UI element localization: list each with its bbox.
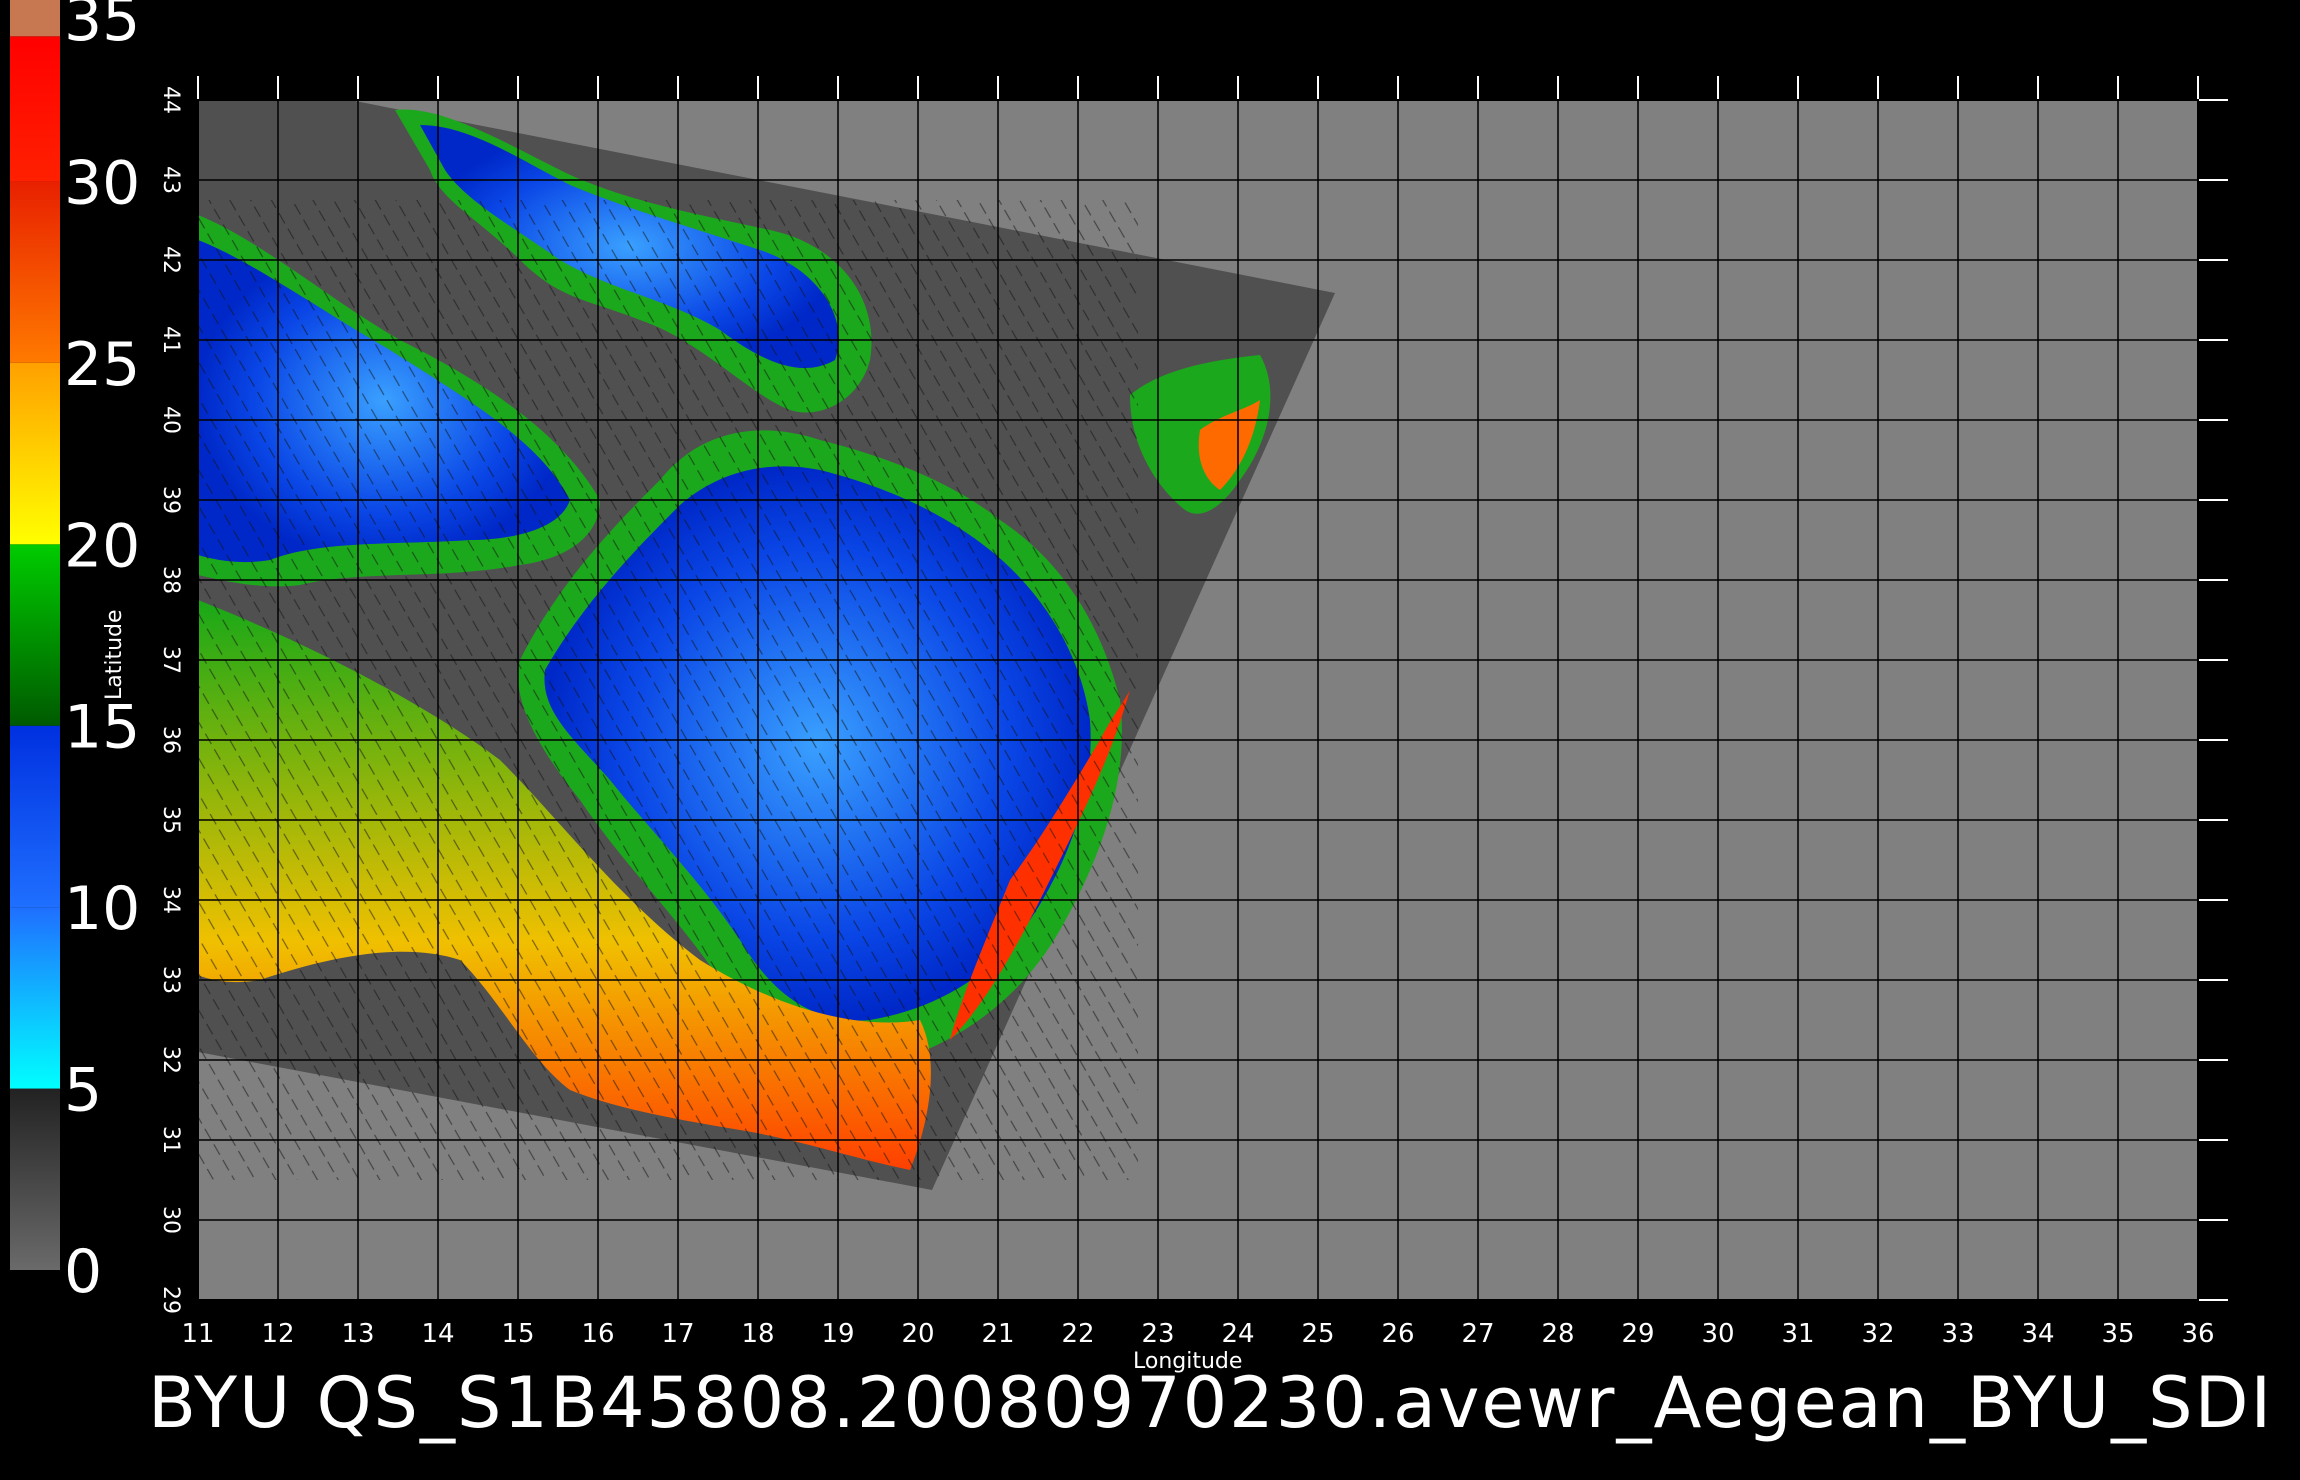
colorbar-segment: [10, 1088, 60, 1270]
colorbar-label: 35: [64, 0, 140, 55]
latitude-tick-label: 43: [158, 166, 183, 194]
latitude-tick-label: 29: [158, 1286, 183, 1314]
longitude-tick-label: 31: [1781, 1319, 1814, 1349]
longitude-tick-label: 27: [1461, 1319, 1494, 1349]
longitude-tick-label: 28: [1541, 1319, 1574, 1349]
longitude-tick-label: 19: [821, 1319, 854, 1349]
latitude-tick-label: 32: [158, 1046, 183, 1074]
colorbar-segment: [10, 544, 60, 726]
longitude-tick-label: 12: [261, 1319, 294, 1349]
longitude-tick-label: 26: [1381, 1319, 1414, 1349]
colorbar-segment: [10, 36, 60, 182]
longitude-tick-label: 32: [1861, 1319, 1894, 1349]
colorbar-label: 25: [64, 330, 140, 400]
longitude-tick-label: 24: [1221, 1319, 1254, 1349]
colorbar-label: 20: [64, 511, 140, 581]
colorbar-label: 10: [64, 874, 140, 944]
longitude-tick-label: 17: [661, 1319, 694, 1349]
longitude-tick-label: 20: [901, 1319, 934, 1349]
colorbar-segment: [10, 907, 60, 1089]
latitude-tick-label: 33: [158, 966, 183, 994]
longitude-tick-label: 33: [1941, 1319, 1974, 1349]
longitude-tick-label: 16: [581, 1319, 614, 1349]
longitude-tick-label: 22: [1061, 1319, 1094, 1349]
y-axis-label: Latitude: [102, 609, 127, 700]
longitude-tick-label: 11: [181, 1319, 214, 1349]
latitude-tick-labels: 29 30 31 32 33 34 35 36 37 38 39 40 41 42 43 44: [158, 86, 183, 1314]
latitude-tick-label: 38: [158, 566, 183, 594]
latitude-tick-label: 30: [158, 1206, 183, 1234]
longitude-tick-label: 13: [341, 1319, 374, 1349]
latitude-tick-label: 39: [158, 486, 183, 514]
longitude-tick-label: 23: [1141, 1319, 1174, 1349]
image-caption: BYU QS_S1B45808.20080970230.avewr_Aegean…: [148, 1362, 2274, 1444]
latitude-tick-label: 42: [158, 246, 183, 274]
longitude-tick-label: 30: [1701, 1319, 1734, 1349]
latitude-tick-label: 41: [158, 326, 183, 354]
longitude-tick-label: 36: [2181, 1319, 2214, 1349]
longitude-tick-labels: 11 12 13 14 15 16 17 18 19 20 21 22 23 24 25 26 27 28 29 30…: [181, 1319, 2214, 1349]
latitude-tick-label: 44: [158, 86, 183, 114]
colorbar-segment: [10, 725, 60, 908]
colorbar-label: 5: [64, 1056, 102, 1126]
colorbar-label: 30: [64, 148, 140, 218]
longitude-tick-label: 21: [981, 1319, 1014, 1349]
longitude-tick-label: 18: [741, 1319, 774, 1349]
wind-barb-overlay: [198, 200, 1138, 1180]
longitude-tick-label: 25: [1301, 1319, 1334, 1349]
colorbar-segment: [10, 0, 60, 37]
longitude-tick-label: 14: [421, 1319, 454, 1349]
longitude-tick-label: 29: [1621, 1319, 1654, 1349]
colorbar-label: 15: [64, 693, 140, 763]
latitude-tick-label: 34: [158, 886, 183, 914]
latitude-tick-label: 35: [158, 806, 183, 834]
colorbar-segment: [10, 362, 60, 545]
latitude-tick-label: 40: [158, 406, 183, 434]
longitude-tick-label: 35: [2101, 1319, 2134, 1349]
latitude-tick-label: 37: [158, 646, 183, 674]
wind-speed-map: 11 12 13 14 15 16 17 18 19 20 21 22 23 24 25 26 27 28 29 30…: [10, 0, 2228, 1349]
latitude-tick-label: 36: [158, 726, 183, 754]
longitude-tick-label: 34: [2021, 1319, 2054, 1349]
latitude-tick-label: 31: [158, 1126, 183, 1154]
colorbar: [10, 0, 60, 1270]
wind-field: [198, 109, 1271, 1180]
colorbar-segment: [10, 181, 60, 363]
longitude-tick-label: 15: [501, 1319, 534, 1349]
colorbar-label: 0: [64, 1237, 102, 1307]
